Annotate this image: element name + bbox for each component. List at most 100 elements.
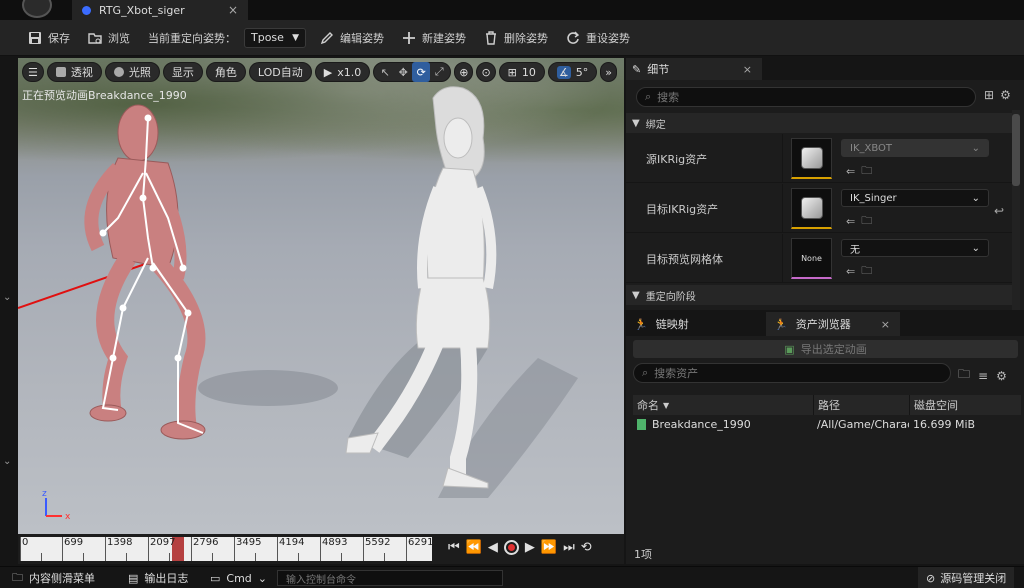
asset-table-header: 命名 ▼ 路径 磁盘空间	[633, 395, 1021, 415]
preview-viewport[interactable]: ☰ 透视 光照 显示 角色 LOD自动 ▶ x1.0 ↖ ✥ ⟳ ⤢ ⊕ ⊙ ⊞ 1…	[18, 58, 624, 534]
reset-to-default-icon[interactable]: ↩	[994, 204, 1004, 218]
cmd-dropdown[interactable]: ▭ Cmd ⌄	[204, 567, 273, 588]
scale-icon[interactable]: ⤢	[430, 62, 448, 82]
record-icon[interactable]	[503, 540, 519, 555]
skip-to-end-icon[interactable]: ⏭	[563, 540, 575, 555]
axis-gizmo: z x	[42, 489, 71, 522]
close-icon[interactable]: ×	[881, 318, 890, 331]
details-tab-label: 细节	[647, 63, 670, 76]
filter-icon[interactable]: ≡	[978, 369, 988, 383]
grid-size-label: 10	[521, 65, 536, 79]
play-icon[interactable]: ▶	[525, 540, 535, 555]
local-space-button[interactable]: ⊕	[454, 62, 474, 82]
section-retarget-phases[interactable]: ▼ 重定向阶段	[626, 285, 1012, 305]
lighting-button[interactable]: 光照	[104, 62, 160, 82]
step-forward-icon[interactable]: ⏩	[541, 540, 557, 555]
chain-mapping-label: 链映射	[655, 318, 689, 331]
surface-snap-button[interactable]: ⊙	[476, 62, 496, 82]
loop-icon[interactable]: ⟲	[581, 540, 592, 555]
angle-snap-button[interactable]: ∡ 5°	[547, 62, 598, 82]
terminal-icon: ▭	[210, 571, 221, 585]
chevron-down-icon[interactable]: ⌄	[3, 292, 11, 303]
browse-folder-icon[interactable]: 🗀	[861, 212, 872, 231]
details-tab[interactable]: ✎ 细节 ×	[626, 58, 762, 80]
column-disk[interactable]: 磁盘空间	[909, 395, 1021, 415]
target-ikrig-label: 目标IKRig资产	[646, 202, 719, 216]
lower-panel-tabs: 🏃 链映射 🏃 资产浏览器 ×	[626, 312, 1024, 336]
browse-folder-icon[interactable]: 🗀	[861, 162, 872, 181]
gear-icon[interactable]: ⚙	[1000, 88, 1011, 102]
lighting-label: 光照	[128, 66, 151, 79]
character-button[interactable]: 角色	[205, 62, 246, 82]
timeline-scrubber[interactable]: 0 699 1398 2097 2796 3495 4194 4893 5592…	[20, 537, 434, 561]
use-selected-icon[interactable]: ⇐	[846, 265, 855, 278]
play-reverse-icon[interactable]: ◀	[488, 540, 498, 555]
edit-pose-label: 编辑姿势	[340, 31, 384, 45]
current-pose-select[interactable]: Tpose ▼	[244, 27, 306, 48]
delete-pose-label: 删除姿势	[504, 31, 548, 45]
use-selected-icon[interactable]: ⇐	[846, 165, 855, 178]
tick-label: 0	[22, 537, 29, 548]
close-icon[interactable]: ×	[228, 3, 238, 17]
content-drawer-label: 内容侧滑菜单	[29, 572, 95, 585]
source-control-button[interactable]: ⊘ 源码管理关闭	[918, 567, 1015, 588]
document-tab[interactable]: RTG_Xbot_siger ×	[72, 0, 248, 20]
browse-button[interactable]: 浏览	[88, 30, 130, 46]
save-icon: ▣	[784, 342, 795, 356]
perspective-button[interactable]: 透视	[46, 62, 102, 82]
viewport-menu-button[interactable]: ☰	[22, 62, 44, 82]
target-ikrig-value: IK_Singer	[850, 192, 897, 204]
unreal-logo-icon[interactable]	[22, 0, 52, 18]
details-search-input[interactable]: ⌕ 搜索	[636, 87, 976, 107]
asset-search-input[interactable]: ⌕ 搜索资产	[633, 363, 951, 383]
use-selected-icon[interactable]: ⇐	[846, 215, 855, 228]
console-command-input[interactable]: 输入控制台命令	[277, 570, 503, 586]
edit-pose-button[interactable]: 编辑姿势	[320, 30, 384, 46]
folder-icon[interactable]: 🗀	[958, 365, 970, 386]
grid-snap-button[interactable]: ⊞ 10	[498, 62, 545, 82]
target-ikrig-thumbnail[interactable]	[791, 188, 832, 229]
more-options-button[interactable]: »	[600, 62, 617, 82]
asset-disk-cell: 16.699 MiB	[913, 417, 976, 431]
rotate-icon[interactable]: ⟳	[412, 62, 431, 82]
output-log-button[interactable]: ▤ 输出日志	[122, 567, 194, 588]
show-button[interactable]: 显示	[162, 62, 203, 82]
delete-pose-button[interactable]: 删除姿势	[484, 30, 548, 46]
section-binding[interactable]: ▼ 绑定	[626, 113, 1012, 133]
column-disk-label: 磁盘空间	[914, 399, 958, 412]
chevron-down-icon: ⌄	[257, 571, 268, 585]
tick-label: 6291	[408, 537, 434, 548]
gear-icon[interactable]: ⚙	[996, 369, 1007, 383]
select-arrow-icon[interactable]: ↖	[376, 62, 394, 82]
table-view-icon[interactable]: ⊞	[984, 88, 994, 102]
details-scrollbar[interactable]	[1012, 110, 1020, 310]
new-pose-label: 新建姿势	[422, 31, 466, 45]
column-path[interactable]: 路径	[813, 395, 909, 415]
new-pose-button[interactable]: 新建姿势	[402, 30, 466, 46]
chevron-down-icon[interactable]: ⌄	[3, 456, 11, 467]
tick-label: 2097	[150, 537, 176, 548]
source-ikrig-thumbnail[interactable]	[791, 138, 832, 179]
content-drawer-button[interactable]: 🗀 内容侧滑菜单	[6, 567, 101, 588]
tab-asset-browser[interactable]: 🏃 资产浏览器 ×	[766, 312, 900, 336]
target-preview-mesh-dropdown[interactable]: 无 ⌄	[841, 239, 989, 257]
column-name-label: 命名	[637, 399, 659, 412]
column-name[interactable]: 命名 ▼	[633, 395, 813, 415]
show-label: 显示	[171, 66, 194, 79]
close-icon[interactable]: ×	[743, 63, 752, 76]
target-ikrig-dropdown[interactable]: IK_Singer ⌄	[841, 189, 989, 207]
export-selected-button[interactable]: ▣ 导出选定动画	[633, 340, 1018, 358]
browse-folder-icon[interactable]: 🗀	[861, 262, 872, 281]
save-button[interactable]: 保存	[28, 30, 70, 46]
step-back-icon[interactable]: ⏪	[466, 540, 482, 555]
skip-to-start-icon[interactable]: ⏮	[448, 540, 460, 555]
lod-button[interactable]: LOD自动	[248, 62, 312, 82]
chevron-down-icon: ⌄	[971, 192, 980, 204]
target-preview-mesh-thumbnail[interactable]: None	[791, 238, 832, 279]
hamburger-icon: ☰	[28, 65, 38, 79]
play-speed-button[interactable]: ▶ x1.0	[314, 62, 371, 82]
tab-chain-mapping[interactable]: 🏃 链映射	[626, 312, 762, 336]
reset-pose-button[interactable]: 重设姿势	[566, 30, 630, 46]
move-icon[interactable]: ✥	[394, 62, 412, 82]
table-row[interactable]: Breakdance_1990 /All/Game/Charac 16.699 …	[633, 415, 1021, 433]
